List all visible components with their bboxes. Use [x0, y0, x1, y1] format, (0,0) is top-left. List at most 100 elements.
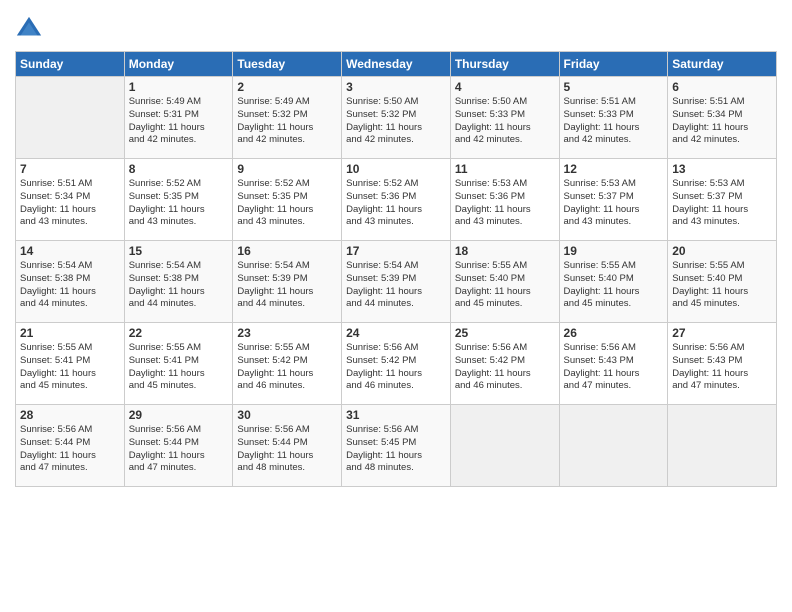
logo [15, 15, 45, 43]
calendar-cell: 7Sunrise: 5:51 AMSunset: 5:34 PMDaylight… [16, 159, 125, 241]
day-info: Sunrise: 5:54 AMSunset: 5:38 PMDaylight:… [20, 260, 120, 311]
day-number: 16 [237, 244, 337, 258]
day-info: Sunrise: 5:56 AMSunset: 5:43 PMDaylight:… [564, 342, 664, 393]
calendar-cell: 5 Sunrise: 5:51 AMSunset: 5:33 PMDaylight… [559, 77, 668, 159]
calendar-cell: 10 Sunrise: 5:52 AMSunset: 5:36 PMDayligh… [342, 159, 451, 241]
week-row-3: 14 Sunrise: 5:54 AMSunset: 5:38 PMDayligh… [16, 241, 777, 323]
day-info: Sunrise: 5:55 AMSunset: 5:40 PMDaylight:… [564, 260, 664, 311]
day-number: 19 [564, 244, 664, 258]
day-info: Sunrise: 5:49 AMSunset: 5:31 PMDaylight:… [129, 96, 229, 147]
weekday-saturday: Saturday [668, 52, 777, 77]
day-info: Sunrise: 5:56 AMSunset: 5:42 PMDaylight:… [346, 342, 446, 393]
calendar-cell: 22 Sunrise: 5:55 AMSunset: 5:41 PMDayligh… [124, 323, 233, 405]
calendar-cell: 27 Sunrise: 5:56 AMSunset: 5:43 PMDayligh… [668, 323, 777, 405]
day-info: Sunrise: 5:56 AMSunset: 5:44 PMDaylight:… [20, 424, 120, 475]
day-number: 3 [346, 80, 446, 94]
day-number: 31 [346, 408, 446, 422]
calendar-cell: 31 Sunrise: 5:56 AMSunset: 5:45 PMDayligh… [342, 405, 451, 487]
calendar-cell: 8Sunrise: 5:52 AMSunset: 5:35 PMDaylight… [124, 159, 233, 241]
day-info: Sunrise: 5:53 AMSunset: 5:36 PMDaylight:… [455, 178, 555, 229]
day-info: Sunrise: 5:51 AMSunset: 5:34 PMDaylight:… [672, 96, 772, 147]
day-info: Sunrise: 5:49 AMSunset: 5:32 PMDaylight:… [237, 96, 337, 147]
calendar-cell: 12 Sunrise: 5:53 AMSunset: 5:37 PMDayligh… [559, 159, 668, 241]
week-row-4: 21 Sunrise: 5:55 AMSunset: 5:41 PMDayligh… [16, 323, 777, 405]
calendar-cell: 25 Sunrise: 5:56 AMSunset: 5:42 PMDayligh… [450, 323, 559, 405]
day-number: 10 [346, 162, 446, 176]
day-number: 6 [672, 80, 772, 94]
day-info: Sunrise: 5:56 AMSunset: 5:43 PMDaylight:… [672, 342, 772, 393]
day-info: Sunrise: 5:51 AMSunset: 5:33 PMDaylight:… [564, 96, 664, 147]
day-info: Sunrise: 5:56 AMSunset: 5:44 PMDaylight:… [237, 424, 337, 475]
day-info: Sunrise: 5:50 AMSunset: 5:33 PMDaylight:… [455, 96, 555, 147]
weekday-friday: Friday [559, 52, 668, 77]
week-row-5: 28 Sunrise: 5:56 AMSunset: 5:44 PMDayligh… [16, 405, 777, 487]
calendar-cell: 30 Sunrise: 5:56 AMSunset: 5:44 PMDayligh… [233, 405, 342, 487]
calendar-cell: 29Sunrise: 5:56 AMSunset: 5:44 PMDayligh… [124, 405, 233, 487]
logo-icon [15, 15, 43, 43]
day-number: 2 [237, 80, 337, 94]
day-number: 11 [455, 162, 555, 176]
calendar-cell: 13 Sunrise: 5:53 AMSunset: 5:37 PMDayligh… [668, 159, 777, 241]
day-number: 15 [129, 244, 229, 258]
weekday-wednesday: Wednesday [342, 52, 451, 77]
calendar-cell: 18Sunrise: 5:55 AMSunset: 5:40 PMDayligh… [450, 241, 559, 323]
day-number: 5 [564, 80, 664, 94]
day-info: Sunrise: 5:52 AMSunset: 5:35 PMDaylight:… [237, 178, 337, 229]
day-info: Sunrise: 5:50 AMSunset: 5:32 PMDaylight:… [346, 96, 446, 147]
day-info: Sunrise: 5:55 AMSunset: 5:40 PMDaylight:… [672, 260, 772, 311]
calendar-cell: 2 Sunrise: 5:49 AMSunset: 5:32 PMDaylight… [233, 77, 342, 159]
day-number: 28 [20, 408, 120, 422]
day-number: 13 [672, 162, 772, 176]
calendar-cell: 19 Sunrise: 5:55 AMSunset: 5:40 PMDayligh… [559, 241, 668, 323]
day-info: Sunrise: 5:54 AMSunset: 5:38 PMDaylight:… [129, 260, 229, 311]
day-info: Sunrise: 5:53 AMSunset: 5:37 PMDaylight:… [672, 178, 772, 229]
day-number: 1 [129, 80, 229, 94]
day-number: 20 [672, 244, 772, 258]
calendar-cell: 11 Sunrise: 5:53 AMSunset: 5:36 PMDayligh… [450, 159, 559, 241]
day-info: Sunrise: 5:56 AMSunset: 5:42 PMDaylight:… [455, 342, 555, 393]
day-number: 12 [564, 162, 664, 176]
day-number: 27 [672, 326, 772, 340]
day-number: 26 [564, 326, 664, 340]
calendar-cell [450, 405, 559, 487]
day-number: 24 [346, 326, 446, 340]
calendar-cell: 28 Sunrise: 5:56 AMSunset: 5:44 PMDayligh… [16, 405, 125, 487]
day-number: 4 [455, 80, 555, 94]
weekday-sunday: Sunday [16, 52, 125, 77]
calendar-cell: 15 Sunrise: 5:54 AMSunset: 5:38 PMDayligh… [124, 241, 233, 323]
day-number: 14 [20, 244, 120, 258]
header [15, 10, 777, 43]
day-number: 23 [237, 326, 337, 340]
day-info: Sunrise: 5:55 AMSunset: 5:41 PMDaylight:… [129, 342, 229, 393]
calendar-cell: 9 Sunrise: 5:52 AMSunset: 5:35 PMDaylight… [233, 159, 342, 241]
day-info: Sunrise: 5:54 AMSunset: 5:39 PMDaylight:… [237, 260, 337, 311]
calendar-cell: 4 Sunrise: 5:50 AMSunset: 5:33 PMDaylight… [450, 77, 559, 159]
calendar-cell: 14 Sunrise: 5:54 AMSunset: 5:38 PMDayligh… [16, 241, 125, 323]
day-number: 21 [20, 326, 120, 340]
day-number: 9 [237, 162, 337, 176]
calendar-cell: 6 Sunrise: 5:51 AMSunset: 5:34 PMDaylight… [668, 77, 777, 159]
day-number: 29 [129, 408, 229, 422]
week-row-1: 1 Sunrise: 5:49 AMSunset: 5:31 PMDaylight… [16, 77, 777, 159]
day-info: Sunrise: 5:53 AMSunset: 5:37 PMDaylight:… [564, 178, 664, 229]
day-number: 22 [129, 326, 229, 340]
day-number: 30 [237, 408, 337, 422]
calendar-cell: 23 Sunrise: 5:55 AMSunset: 5:42 PMDayligh… [233, 323, 342, 405]
calendar-cell: 3 Sunrise: 5:50 AMSunset: 5:32 PMDaylight… [342, 77, 451, 159]
day-number: 18 [455, 244, 555, 258]
weekday-monday: Monday [124, 52, 233, 77]
day-info: Sunrise: 5:56 AMSunset: 5:45 PMDaylight:… [346, 424, 446, 475]
weekday-tuesday: Tuesday [233, 52, 342, 77]
day-info: Sunrise: 5:52 AMSunset: 5:36 PMDaylight:… [346, 178, 446, 229]
calendar-cell: 26 Sunrise: 5:56 AMSunset: 5:43 PMDayligh… [559, 323, 668, 405]
calendar-cell: 24 Sunrise: 5:56 AMSunset: 5:42 PMDayligh… [342, 323, 451, 405]
weekday-thursday: Thursday [450, 52, 559, 77]
calendar-cell: 16 Sunrise: 5:54 AMSunset: 5:39 PMDayligh… [233, 241, 342, 323]
week-row-2: 7Sunrise: 5:51 AMSunset: 5:34 PMDaylight… [16, 159, 777, 241]
day-info: Sunrise: 5:52 AMSunset: 5:35 PMDaylight:… [129, 178, 229, 229]
day-number: 25 [455, 326, 555, 340]
day-info: Sunrise: 5:55 AMSunset: 5:42 PMDaylight:… [237, 342, 337, 393]
day-number: 17 [346, 244, 446, 258]
day-info: Sunrise: 5:55 AMSunset: 5:41 PMDaylight:… [20, 342, 120, 393]
calendar-cell [668, 405, 777, 487]
